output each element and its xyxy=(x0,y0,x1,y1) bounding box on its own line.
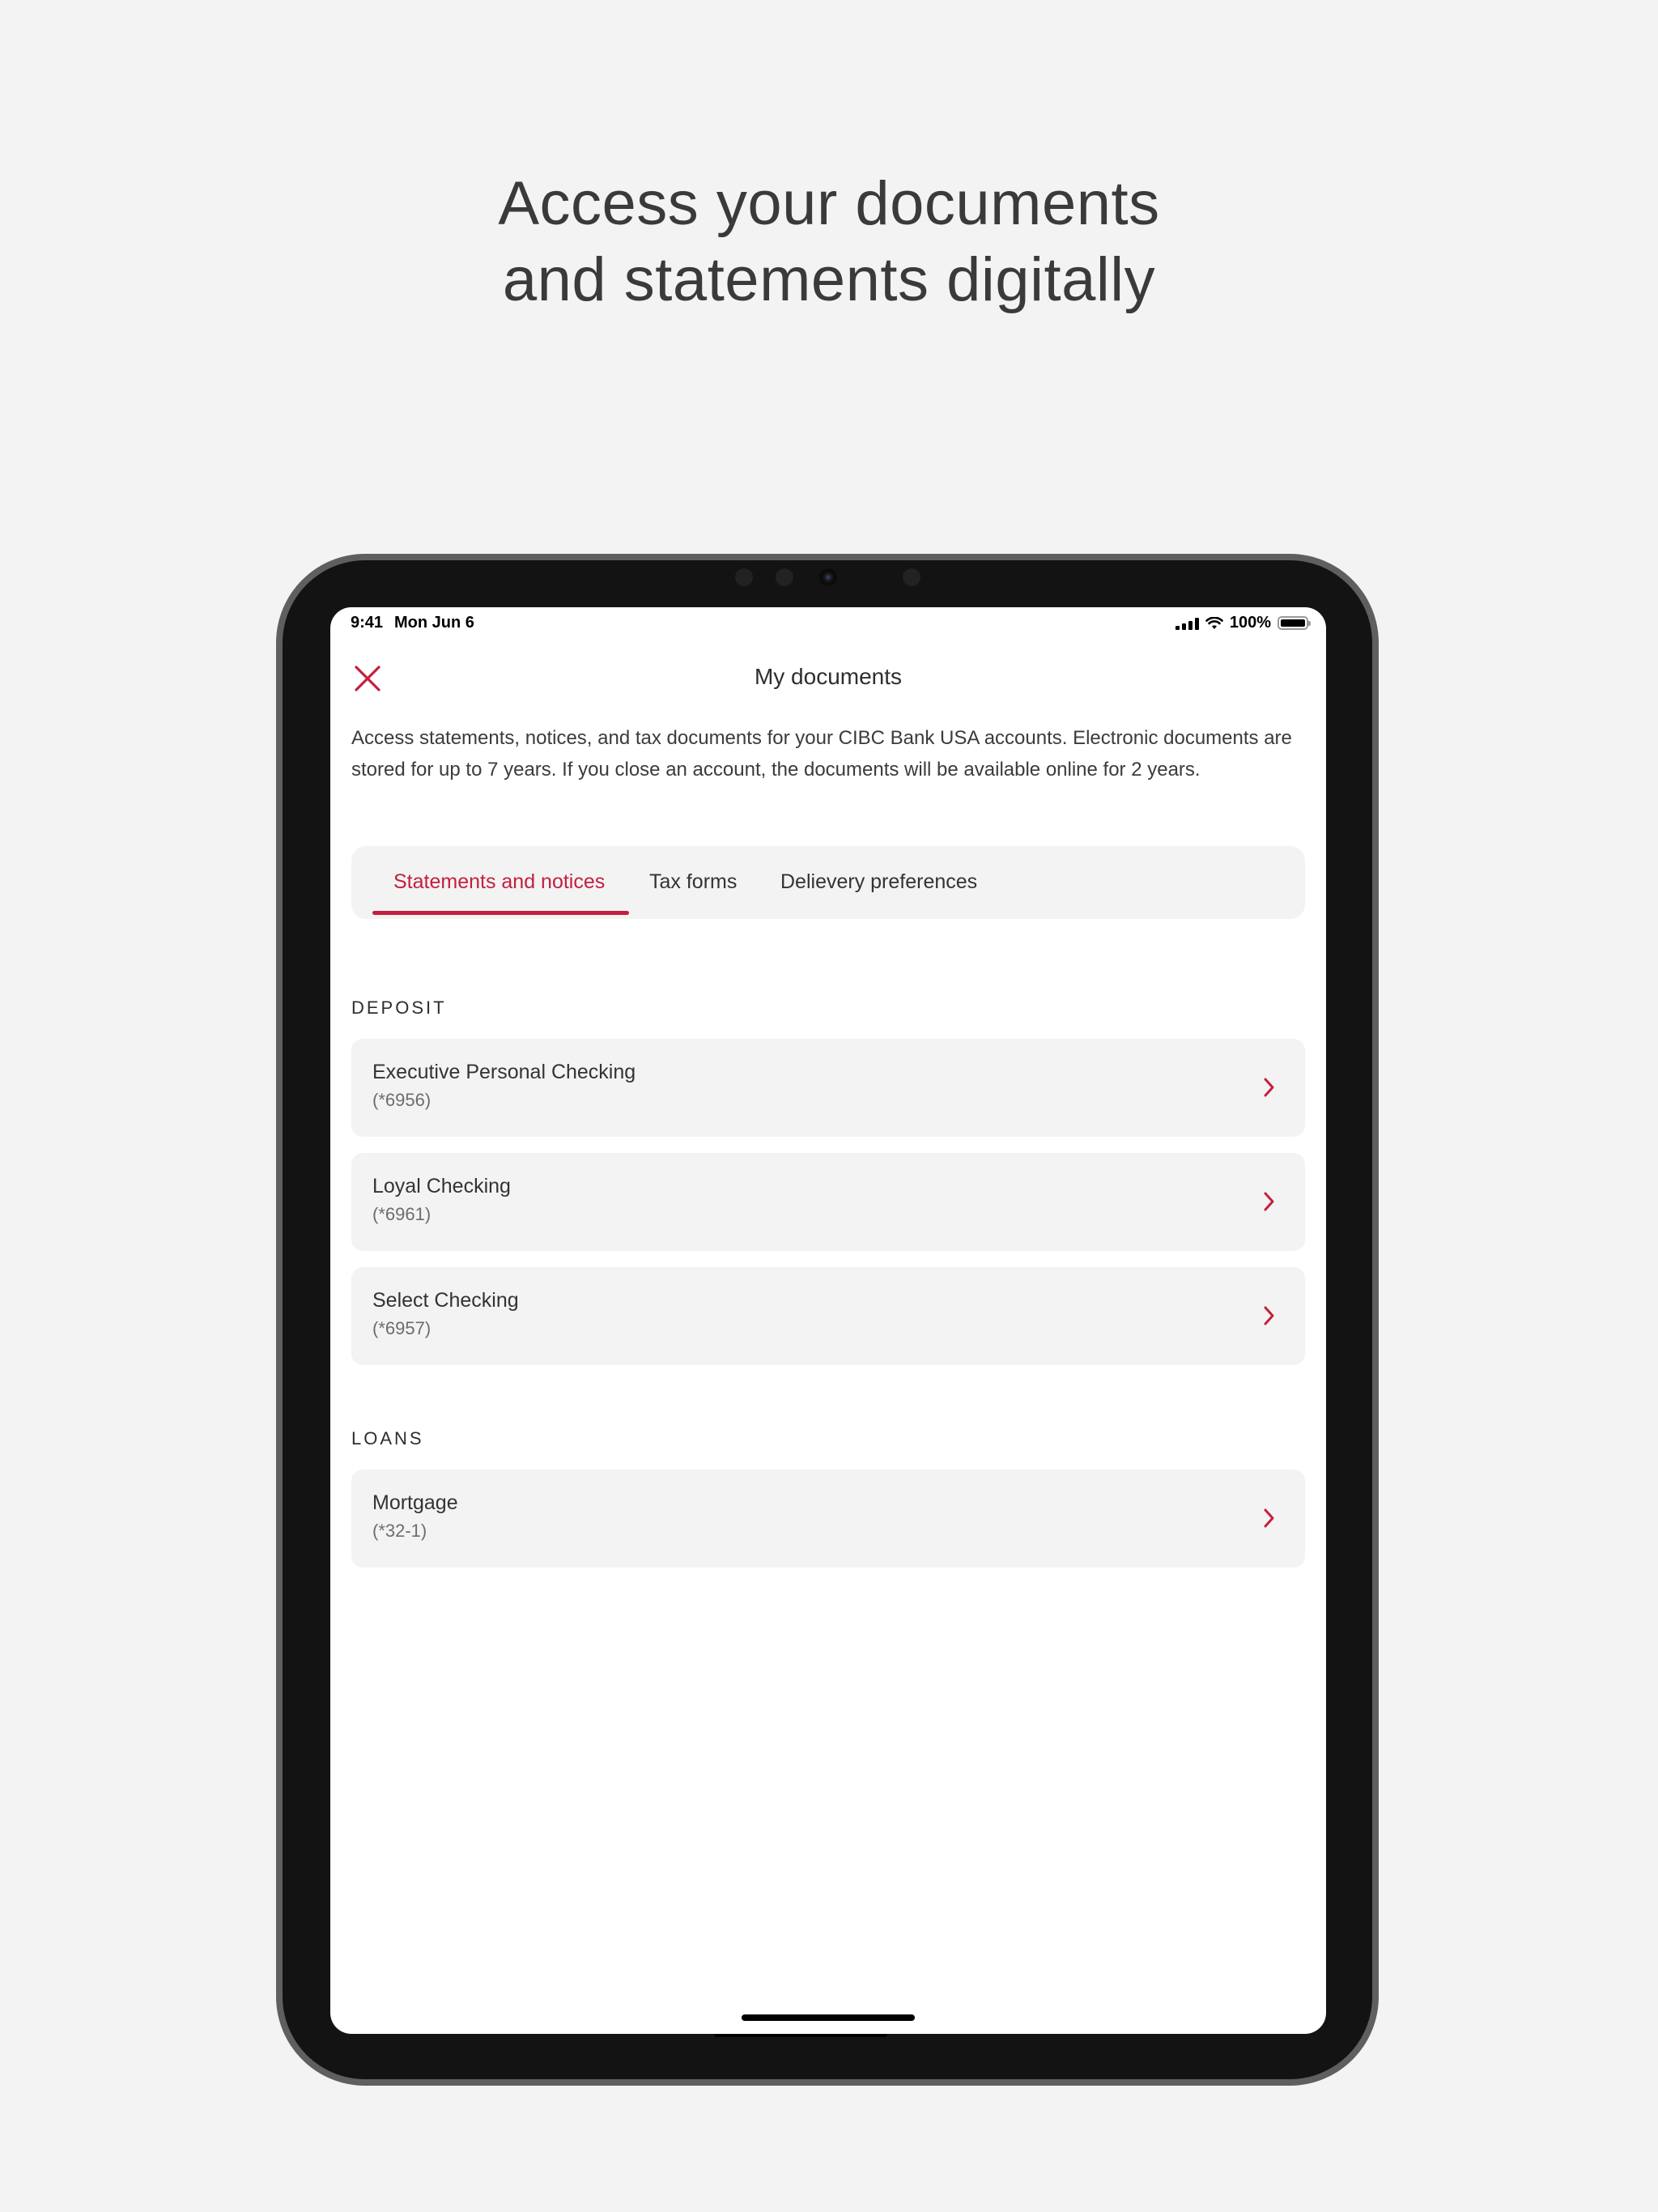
tab-bar: Statements and notices Tax forms Delieve… xyxy=(351,846,1305,919)
account-name: Select Checking xyxy=(372,1289,519,1312)
account-card-executive-personal-checking[interactable]: Executive Personal Checking (*6956) xyxy=(351,1039,1305,1137)
active-tab-indicator xyxy=(372,911,629,915)
wifi-icon xyxy=(1205,616,1223,629)
tab-delivery-preferences[interactable]: Delievery preferences xyxy=(780,870,977,894)
chevron-right-icon xyxy=(1264,1508,1274,1528)
status-bar: 9:41 Mon Jun 6 100% xyxy=(330,607,1326,640)
home-indicator[interactable] xyxy=(742,2014,915,2021)
chevron-right-icon xyxy=(1264,1306,1274,1325)
page-title: My documents xyxy=(754,664,903,689)
section-label-deposit: DEPOSIT xyxy=(351,998,447,1018)
chevron-right-icon xyxy=(1264,1192,1274,1211)
headline-line-2: and statements digitally xyxy=(502,245,1156,314)
headline-line-1: Access your documents xyxy=(498,169,1160,238)
account-card-mortgage[interactable]: Mortgage (*32-1) xyxy=(351,1470,1305,1568)
section-label-loans: LOANS xyxy=(351,1428,424,1448)
account-number: (*32-1) xyxy=(372,1521,427,1541)
account-card-loyal-checking[interactable]: Loyal Checking (*6961) xyxy=(351,1153,1305,1251)
app-screen: 9:41 Mon Jun 6 100% My documents Access … xyxy=(330,607,1326,2034)
account-number: (*6957) xyxy=(372,1318,432,1338)
account-name: Loyal Checking xyxy=(372,1175,511,1197)
tab-statements-and-notices[interactable]: Statements and notices xyxy=(393,870,605,894)
chevron-right-icon xyxy=(1264,1078,1274,1097)
status-date: Mon Jun 6 xyxy=(394,614,474,632)
status-time: 9:41 xyxy=(351,614,384,632)
status-indicators: 100% xyxy=(1175,614,1311,632)
battery-percentage: 100% xyxy=(1229,614,1271,632)
front-camera xyxy=(819,568,837,586)
sensor-dot-2 xyxy=(776,568,793,586)
account-number: (*6961) xyxy=(372,1204,432,1224)
battery-icon xyxy=(1278,616,1311,630)
sensor-dot-1 xyxy=(735,568,753,586)
account-card-select-checking[interactable]: Select Checking (*6957) xyxy=(351,1267,1305,1365)
marketing-headline: Access your documents and statements dig… xyxy=(0,166,1658,318)
account-name: Mortgage xyxy=(372,1491,458,1514)
cellular-signal-icon xyxy=(1175,617,1199,630)
account-name: Executive Personal Checking xyxy=(372,1061,636,1083)
tab-tax-forms[interactable]: Tax forms xyxy=(649,870,737,894)
account-number: (*6956) xyxy=(372,1090,432,1110)
intro-text: Access statements, notices, and tax docu… xyxy=(351,727,1292,781)
sensor-dot-3 xyxy=(903,568,920,586)
